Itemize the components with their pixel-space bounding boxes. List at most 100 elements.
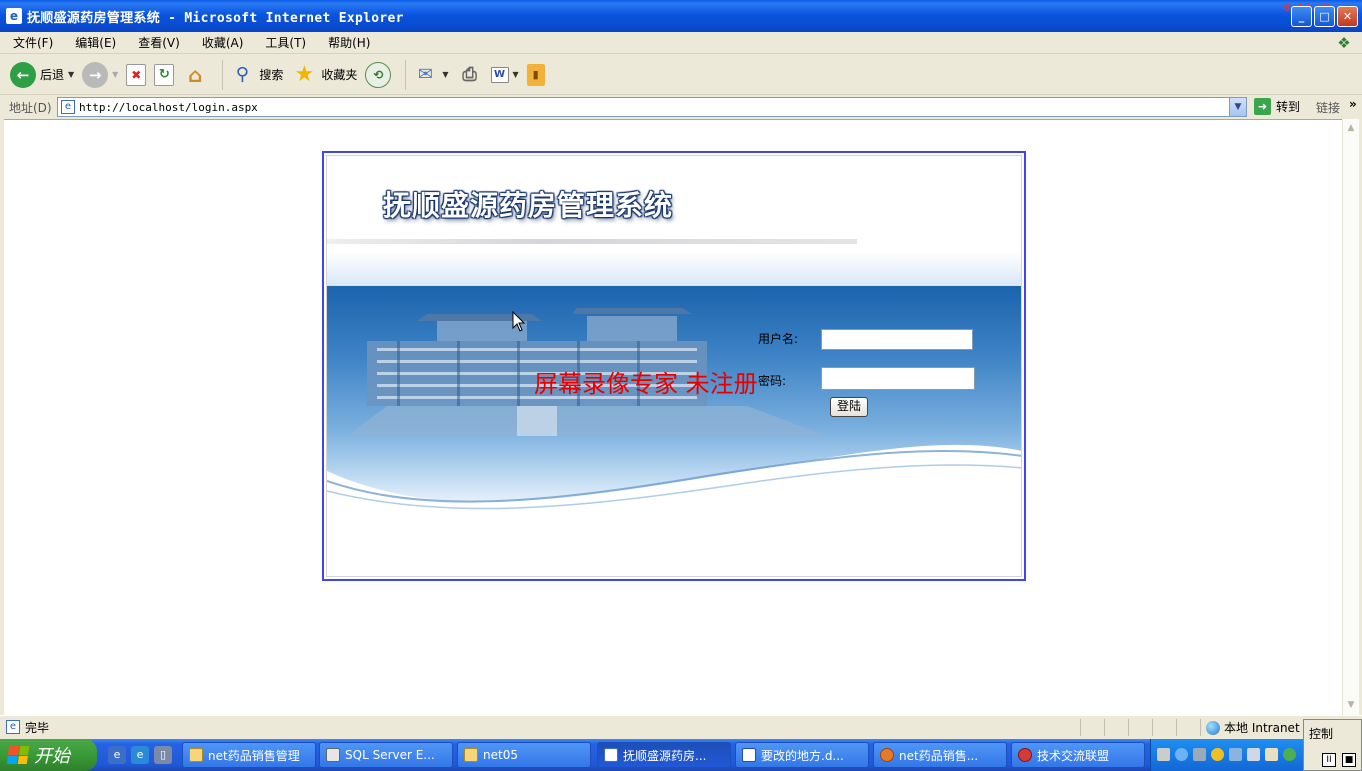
ie-page-icon: e: [6, 8, 22, 24]
network-icon[interactable]: [1193, 748, 1206, 761]
banner-illustration: [327, 308, 1021, 526]
favorites-button[interactable]: ★ 收藏夹: [291, 62, 357, 88]
close-button[interactable]: ✕: [1337, 6, 1358, 27]
page-content: 抚顺盛源药房管理系统 用户名: 密码: 登陆 屏幕录像专家 未注册: [4, 119, 1342, 715]
mail-button[interactable]: ✉ ▼: [412, 62, 449, 88]
qq-icon[interactable]: [1211, 748, 1224, 761]
back-button[interactable]: ← 后退 ▼: [10, 61, 74, 88]
edit-dropdown-icon[interactable]: ▼: [513, 70, 519, 79]
system-tray: [1150, 739, 1304, 771]
print-button[interactable]: ⎙: [457, 62, 483, 88]
address-input[interactable]: e http://localhost/login.aspx ▼: [57, 97, 1247, 117]
menu-file[interactable]: 文件(F): [0, 34, 62, 51]
scroll-down-icon[interactable]: ▼: [1343, 697, 1359, 714]
book-icon: ▮: [526, 63, 545, 86]
task-net-sales-chat[interactable]: net药品销售...: [873, 742, 1007, 768]
watermark-text: 屏幕录像专家 未注册: [534, 370, 758, 398]
address-bar: 地址(D) e http://localhost/login.aspx ▼ ➜ …: [0, 96, 1362, 118]
sql-server-icon: [326, 748, 340, 762]
tray-expand-icon[interactable]: [1175, 748, 1188, 761]
toolbar-separator: [222, 59, 224, 90]
mail-icon: ✉: [417, 64, 433, 85]
task-net-sales-folder[interactable]: net药品销售管理: [182, 742, 316, 768]
forward-button[interactable]: → ▼: [82, 61, 118, 88]
scroll-up-icon[interactable]: ▲: [1343, 120, 1359, 137]
chevron-right-icon[interactable]: »: [1349, 97, 1357, 111]
search-button[interactable]: ⚲ 搜索: [229, 62, 284, 88]
research-button[interactable]: ▮: [526, 63, 545, 86]
home-icon: ⌂: [188, 62, 203, 87]
mail-dropdown-icon[interactable]: ▼: [442, 70, 448, 79]
home-button[interactable]: ⌂: [182, 62, 208, 88]
address-dropdown-icon[interactable]: ▼: [1229, 98, 1246, 116]
menu-favorites[interactable]: 收藏(A): [189, 34, 253, 51]
username-input[interactable]: [821, 329, 973, 350]
status-divider: [1200, 719, 1201, 736]
control-label: 控制: [1309, 727, 1334, 741]
windows-flag-icon: [6, 746, 30, 764]
volume-icon[interactable]: [1247, 748, 1260, 761]
edit-button[interactable]: W ▼: [490, 66, 519, 83]
quicklaunch-browser-icon[interactable]: e: [131, 746, 149, 764]
status-divider: [1080, 719, 1081, 736]
forward-dropdown-icon[interactable]: ▼: [112, 70, 118, 79]
back-arrow-icon: ←: [10, 61, 36, 88]
folder-icon: [464, 748, 478, 762]
task-tech-alliance[interactable]: 技术交流联盟: [1011, 742, 1145, 768]
ie-page-icon: e: [61, 100, 75, 114]
vertical-scrollbar[interactable]: ▲ ▼: [1342, 119, 1359, 715]
menu-edit[interactable]: 编辑(E): [62, 34, 125, 51]
display-icon[interactable]: [1229, 748, 1242, 761]
menu-bar: 文件(F) 编辑(E) 查看(V) 收藏(A) 工具(T) 帮助(H) ❖: [0, 32, 1362, 54]
word-edit-icon: W: [490, 66, 509, 83]
start-button[interactable]: 开始: [0, 739, 97, 771]
minimize-button[interactable]: _: [1291, 6, 1312, 27]
quicklaunch-desktop-icon[interactable]: ▯: [154, 746, 172, 764]
back-label: 后退: [40, 68, 65, 82]
password-input[interactable]: [821, 367, 975, 390]
ie-page-icon: e: [6, 720, 20, 734]
keyboard-icon[interactable]: [1157, 748, 1170, 761]
mouse-cursor-icon: [512, 311, 526, 332]
windows-logo-icon: ❖: [1337, 34, 1351, 52]
history-button[interactable]: ⟲: [365, 61, 392, 88]
stop-record-icon[interactable]: ■: [1342, 753, 1356, 767]
maximize-button[interactable]: □: [1314, 6, 1335, 27]
stop-icon: ✖: [126, 63, 147, 86]
login-banner: 用户名: 密码: 登陆: [327, 286, 1021, 526]
refresh-button[interactable]: ↻: [154, 63, 175, 86]
menu-help[interactable]: 帮助(H): [315, 34, 379, 51]
chat-icon: [880, 748, 894, 762]
title-divider: [327, 239, 857, 244]
address-url[interactable]: http://localhost/login.aspx: [79, 101, 258, 114]
pause-icon[interactable]: II: [1322, 753, 1336, 767]
stop-button[interactable]: ✖: [126, 63, 147, 86]
go-label: 转到: [1276, 100, 1301, 114]
task-word-doc[interactable]: 要改的地方.d...: [735, 742, 869, 768]
status-bar: e 完毕 本地 Intranet: [0, 715, 1362, 738]
word-document-icon: [742, 748, 756, 762]
zone-label: 本地 Intranet: [1224, 721, 1300, 735]
title-bar: e 抚顺盛源药房管理系统 - Microsoft Internet Explor…: [0, 0, 1362, 32]
username-label: 用户名:: [758, 332, 799, 346]
quicklaunch-ie-icon[interactable]: e: [108, 746, 126, 764]
menu-view[interactable]: 查看(V): [125, 34, 189, 51]
input-method-icon[interactable]: [1265, 748, 1278, 761]
task-label: 要改的地方.d...: [761, 748, 844, 763]
task-label: 抚顺盛源药房...: [623, 748, 707, 763]
status-divider: [1104, 719, 1105, 736]
panel-footer: [327, 526, 1021, 576]
go-button[interactable]: ➜ 转到: [1254, 98, 1300, 115]
task-sql-server[interactable]: SQL Server E...: [319, 742, 453, 768]
security-shield-icon[interactable]: [1283, 748, 1296, 761]
links-label[interactable]: 链接: [1316, 99, 1340, 116]
favorites-label: 收藏夹: [321, 68, 358, 82]
menu-tools[interactable]: 工具(T): [252, 34, 315, 51]
printer-icon: ⎙: [462, 64, 477, 85]
task-net05-folder[interactable]: net05: [457, 742, 591, 768]
go-arrow-icon: ➜: [1254, 98, 1271, 115]
header-fade: [327, 252, 1021, 286]
task-ie-window[interactable]: 抚顺盛源药房...: [597, 742, 731, 768]
back-dropdown-icon[interactable]: ▼: [68, 70, 74, 79]
login-button[interactable]: 登陆: [830, 397, 868, 417]
